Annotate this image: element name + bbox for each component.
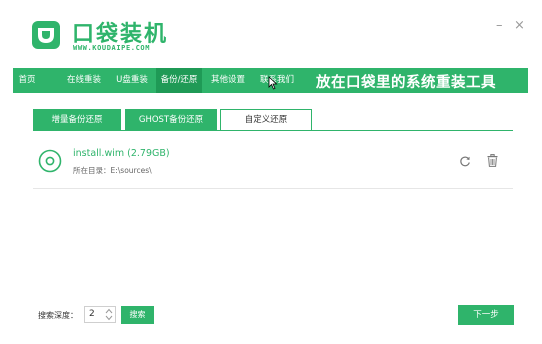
search-button[interactable]: 搜索 [121,306,154,324]
file-directory: 所在目录：E:\sources\ [73,166,152,175]
logo-icon [32,21,60,49]
file-list-item[interactable]: install.wim (2.79GB) 所在目录：E:\sources\ [33,138,513,189]
nav-item-usb-reinstall[interactable]: U盘重装 [113,68,151,93]
disc-icon [38,149,62,173]
refresh-icon[interactable] [459,155,471,167]
search-depth-value: 2 [89,309,95,319]
stepper-arrows-icon[interactable] [105,308,113,321]
tab-custom-restore[interactable]: 自定义还原 [220,109,312,131]
brand-subtitle: WWW.KOUDAIPE.COM [73,44,151,52]
close-button[interactable]: × [514,18,525,33]
nav-item-backup-restore[interactable]: 备份/还原 [156,68,202,93]
trash-icon[interactable] [487,154,498,167]
search-depth-label: 搜索深度： [38,311,78,320]
minimize-button[interactable]: – [496,18,503,33]
restore-tabs: 增量备份还原 GHOST备份还原 自定义还原 [33,109,513,131]
mouse-cursor-icon [268,76,278,90]
file-name: install.wim (2.79GB) [73,148,170,159]
tab-ghost-backup[interactable]: GHOST备份还原 [125,109,217,131]
tab-divider [33,130,513,131]
nav-item-other-settings[interactable]: 其他设置 [207,68,249,93]
nav-item-online-reinstall[interactable]: 在线重装 [62,68,106,93]
search-depth-stepper[interactable]: 2 [84,306,116,323]
app-header: 口袋装机 WWW.KOUDAIPE.COM – × [0,0,542,68]
nav-item-home[interactable]: 首页 [13,68,41,93]
slogan: 放在口袋里的系统重装工具 [316,75,496,91]
next-button[interactable]: 下一步 [458,305,514,325]
tab-incremental-backup[interactable]: 增量备份还原 [33,109,121,131]
